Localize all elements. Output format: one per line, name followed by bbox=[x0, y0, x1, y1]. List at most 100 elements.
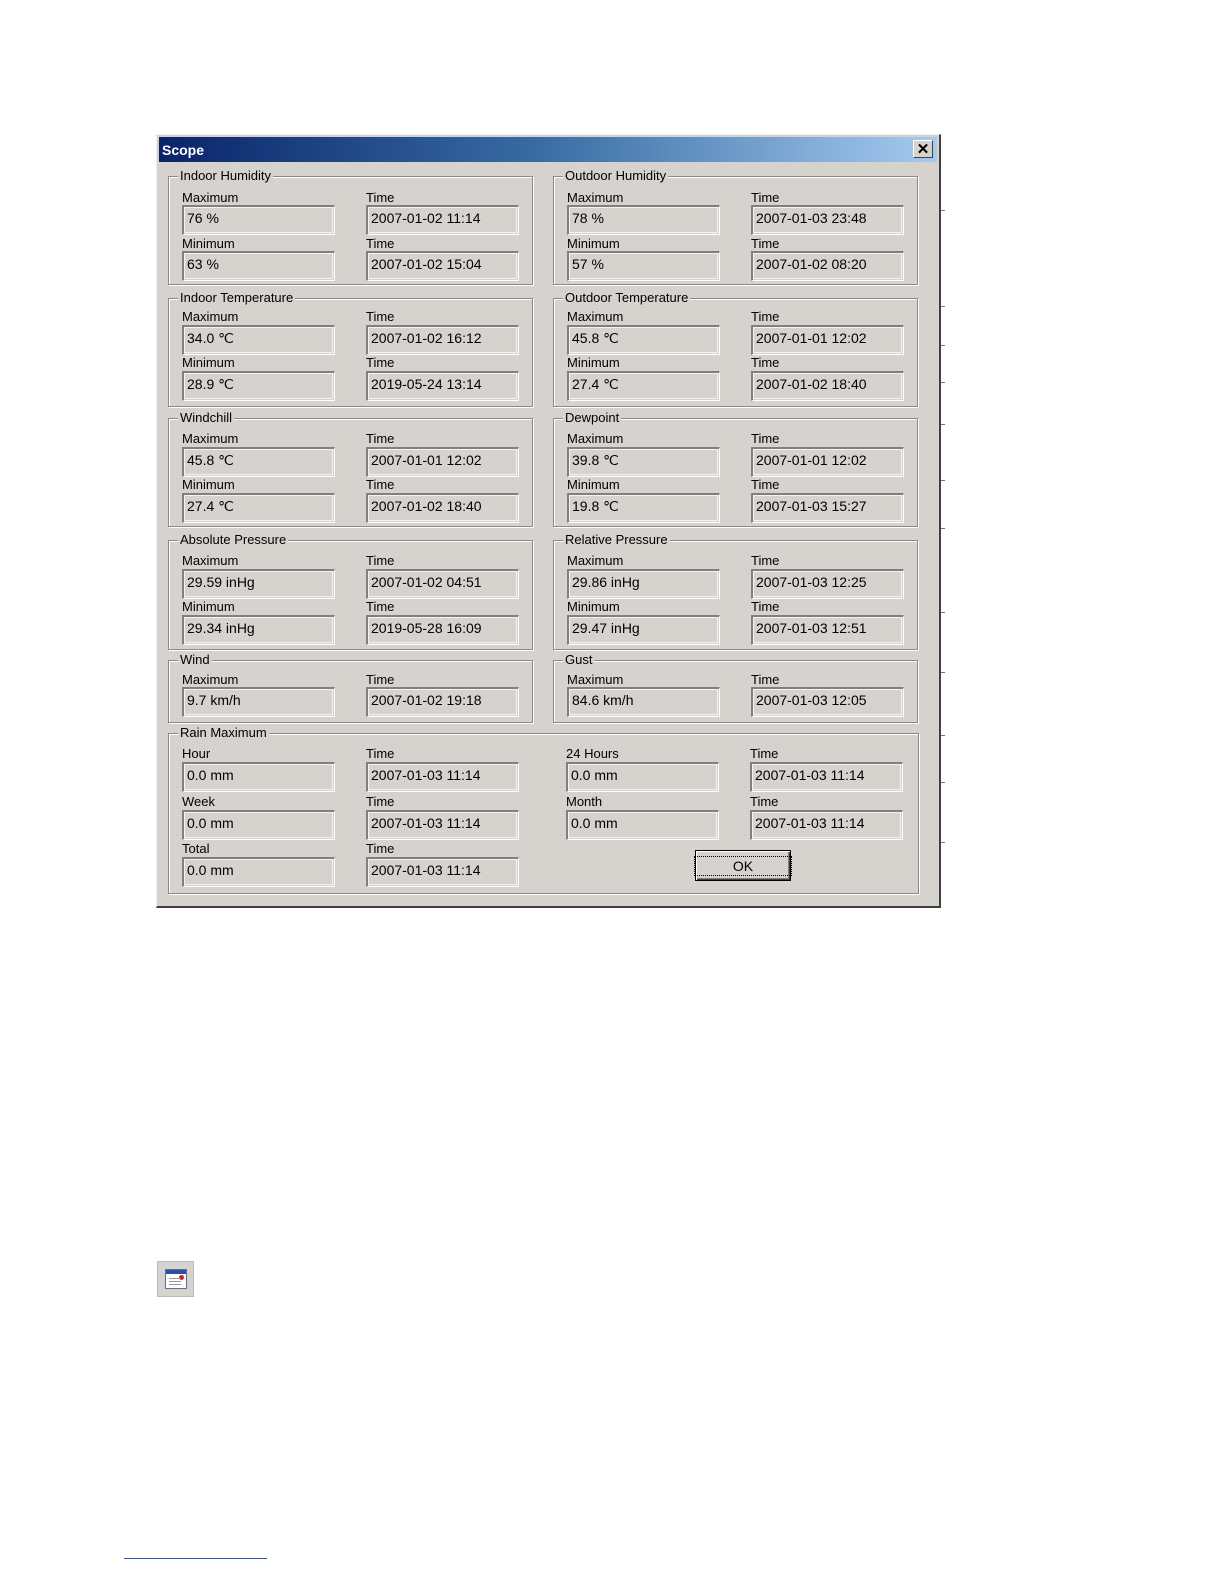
max-value-field[interactable]: 29.86 inHg bbox=[567, 569, 720, 599]
minimum-label: Minimum bbox=[182, 599, 235, 614]
maximum-label: Maximum bbox=[182, 190, 239, 205]
group-legend: Outdoor Temperature bbox=[563, 290, 691, 306]
icon-frame bbox=[165, 1269, 187, 1289]
time-label: Time bbox=[751, 309, 780, 324]
min-value-field[interactable]: 28.9 ℃ bbox=[182, 371, 335, 401]
min-time-field[interactable]: 2019-05-28 16:09 bbox=[366, 615, 519, 645]
hour-time-field[interactable]: 2007-01-03 11:14 bbox=[366, 762, 519, 792]
title-bar[interactable]: Scope ✕ bbox=[159, 137, 937, 162]
maximum-label: Maximum bbox=[182, 672, 239, 687]
min-value-field[interactable]: 57 % bbox=[567, 251, 720, 281]
group-legend: Gust bbox=[563, 652, 595, 668]
group-legend: Rain Maximum bbox=[178, 725, 269, 741]
group-legend: Outdoor Humidity bbox=[563, 168, 669, 184]
relative-pressure-group: Relative Pressure Maximum Time 29.86 inH… bbox=[553, 532, 918, 650]
max-value-field[interactable]: 76 % bbox=[182, 205, 335, 235]
max-time-field[interactable]: 2007-01-02 04:51 bbox=[366, 569, 519, 599]
max-time-field[interactable]: 2007-01-02 11:14 bbox=[366, 205, 519, 235]
24-hours-time-field[interactable]: 2007-01-03 11:14 bbox=[750, 762, 903, 792]
min-value-field[interactable]: 19.8 ℃ bbox=[567, 493, 720, 523]
min-time-field[interactable]: 2019-05-24 13:14 bbox=[366, 371, 519, 401]
maximum-label: Maximum bbox=[182, 309, 239, 324]
min-value-field[interactable]: 27.4 ℃ bbox=[182, 493, 335, 523]
max-time-field[interactable]: 2007-01-01 12:02 bbox=[751, 447, 904, 477]
max-value-field[interactable]: 45.8 ℃ bbox=[567, 325, 720, 355]
group-legend: Indoor Humidity bbox=[178, 168, 274, 184]
month-time-field[interactable]: 2007-01-03 11:14 bbox=[750, 810, 903, 840]
minimum-label: Minimum bbox=[182, 236, 235, 251]
max-value-field[interactable]: 84.6 km/h bbox=[567, 687, 720, 717]
max-value-field[interactable]: 9.7 km/h bbox=[182, 687, 335, 717]
max-time-field[interactable]: 2007-01-01 12:02 bbox=[366, 447, 519, 477]
indoor-humidity-group: Indoor Humidity Maximum Time 76 % 2007-0… bbox=[168, 168, 533, 285]
group-legend: Absolute Pressure bbox=[178, 532, 289, 548]
max-time-field[interactable]: 2007-01-01 12:02 bbox=[751, 325, 904, 355]
calendar-window-icon[interactable] bbox=[157, 1261, 194, 1297]
min-time-field[interactable]: 2007-01-02 15:04 bbox=[366, 251, 519, 281]
close-button[interactable]: ✕ bbox=[913, 140, 933, 158]
24-hours-value-field[interactable]: 0.0 mm bbox=[566, 762, 719, 792]
max-time-field[interactable]: 2007-01-03 23:48 bbox=[751, 205, 904, 235]
week-label: Week bbox=[182, 794, 215, 809]
time-label: Time bbox=[751, 431, 780, 446]
time-label: Time bbox=[366, 190, 395, 205]
min-time-field[interactable]: 2007-01-02 18:40 bbox=[751, 371, 904, 401]
24-hours-label: 24 Hours bbox=[566, 746, 619, 761]
close-icon: ✕ bbox=[916, 140, 930, 158]
min-time-field[interactable]: 2007-01-03 15:27 bbox=[751, 493, 904, 523]
minimum-label: Minimum bbox=[567, 355, 620, 370]
footnote-rule bbox=[124, 1558, 267, 1559]
time-label: Time bbox=[366, 355, 395, 370]
month-value-field[interactable]: 0.0 mm bbox=[566, 810, 719, 840]
hour-label: Hour bbox=[182, 746, 211, 761]
min-value-field[interactable]: 29.34 inHg bbox=[182, 615, 335, 645]
time-label: Time bbox=[751, 553, 780, 568]
max-time-field[interactable]: 2007-01-03 12:25 bbox=[751, 569, 904, 599]
time-label: Time bbox=[751, 599, 780, 614]
minimum-label: Minimum bbox=[182, 477, 235, 492]
maximum-label: Maximum bbox=[567, 553, 624, 568]
min-value-field[interactable]: 29.47 inHg bbox=[567, 615, 720, 645]
min-time-field[interactable]: 2007-01-03 12:51 bbox=[751, 615, 904, 645]
total-time-field[interactable]: 2007-01-03 11:14 bbox=[366, 857, 519, 887]
time-label: Time bbox=[366, 599, 395, 614]
group-legend: Relative Pressure bbox=[563, 532, 670, 548]
time-label: Time bbox=[751, 355, 780, 370]
max-value-field[interactable]: 34.0 ℃ bbox=[182, 325, 335, 355]
window-title: Scope bbox=[162, 141, 205, 158]
maximum-label: Maximum bbox=[567, 431, 624, 446]
min-value-field[interactable]: 63 % bbox=[182, 251, 335, 281]
time-label: Time bbox=[366, 841, 395, 856]
outdoor-humidity-group: Outdoor Humidity Maximum Time 78 % 2007-… bbox=[553, 168, 918, 285]
scope-dialog: Scope ✕ Indoor Humidity Maximum Time 76 … bbox=[156, 134, 941, 908]
min-time-field[interactable]: 2007-01-02 18:40 bbox=[366, 493, 519, 523]
min-value-field[interactable]: 27.4 ℃ bbox=[567, 371, 720, 401]
max-value-field[interactable]: 78 % bbox=[567, 205, 720, 235]
ok-button[interactable]: OK bbox=[693, 850, 793, 881]
time-label: Time bbox=[750, 794, 779, 809]
max-time-field[interactable]: 2007-01-02 19:18 bbox=[366, 687, 519, 717]
time-label: Time bbox=[751, 477, 780, 492]
minimum-label: Minimum bbox=[182, 355, 235, 370]
max-time-field[interactable]: 2007-01-03 12:05 bbox=[751, 687, 904, 717]
min-time-field[interactable]: 2007-01-02 08:20 bbox=[751, 251, 904, 281]
time-label: Time bbox=[751, 672, 780, 687]
time-label: Time bbox=[366, 553, 395, 568]
time-label: Time bbox=[366, 236, 395, 251]
time-label: Time bbox=[751, 190, 780, 205]
maximum-label: Maximum bbox=[182, 553, 239, 568]
indoor-temperature-group: Indoor Temperature Maximum Time 34.0 ℃ 2… bbox=[168, 290, 533, 407]
rain-maximum-group: Rain Maximum Hour Time 24 Hours Time 0.0… bbox=[168, 725, 919, 894]
outdoor-temperature-group: Outdoor Temperature Maximum Time 45.8 ℃ … bbox=[553, 290, 918, 407]
max-value-field[interactable]: 29.59 inHg bbox=[182, 569, 335, 599]
wind-group: Wind Maximum Time 9.7 km/h 2007-01-02 19… bbox=[168, 652, 533, 723]
max-time-field[interactable]: 2007-01-02 16:12 bbox=[366, 325, 519, 355]
max-value-field[interactable]: 45.8 ℃ bbox=[182, 447, 335, 477]
time-label: Time bbox=[366, 477, 395, 492]
time-label: Time bbox=[366, 431, 395, 446]
max-value-field[interactable]: 39.8 ℃ bbox=[567, 447, 720, 477]
week-time-field[interactable]: 2007-01-03 11:14 bbox=[366, 810, 519, 840]
total-value-field[interactable]: 0.0 mm bbox=[182, 857, 335, 887]
hour-value-field[interactable]: 0.0 mm bbox=[182, 762, 335, 792]
week-value-field[interactable]: 0.0 mm bbox=[182, 810, 335, 840]
